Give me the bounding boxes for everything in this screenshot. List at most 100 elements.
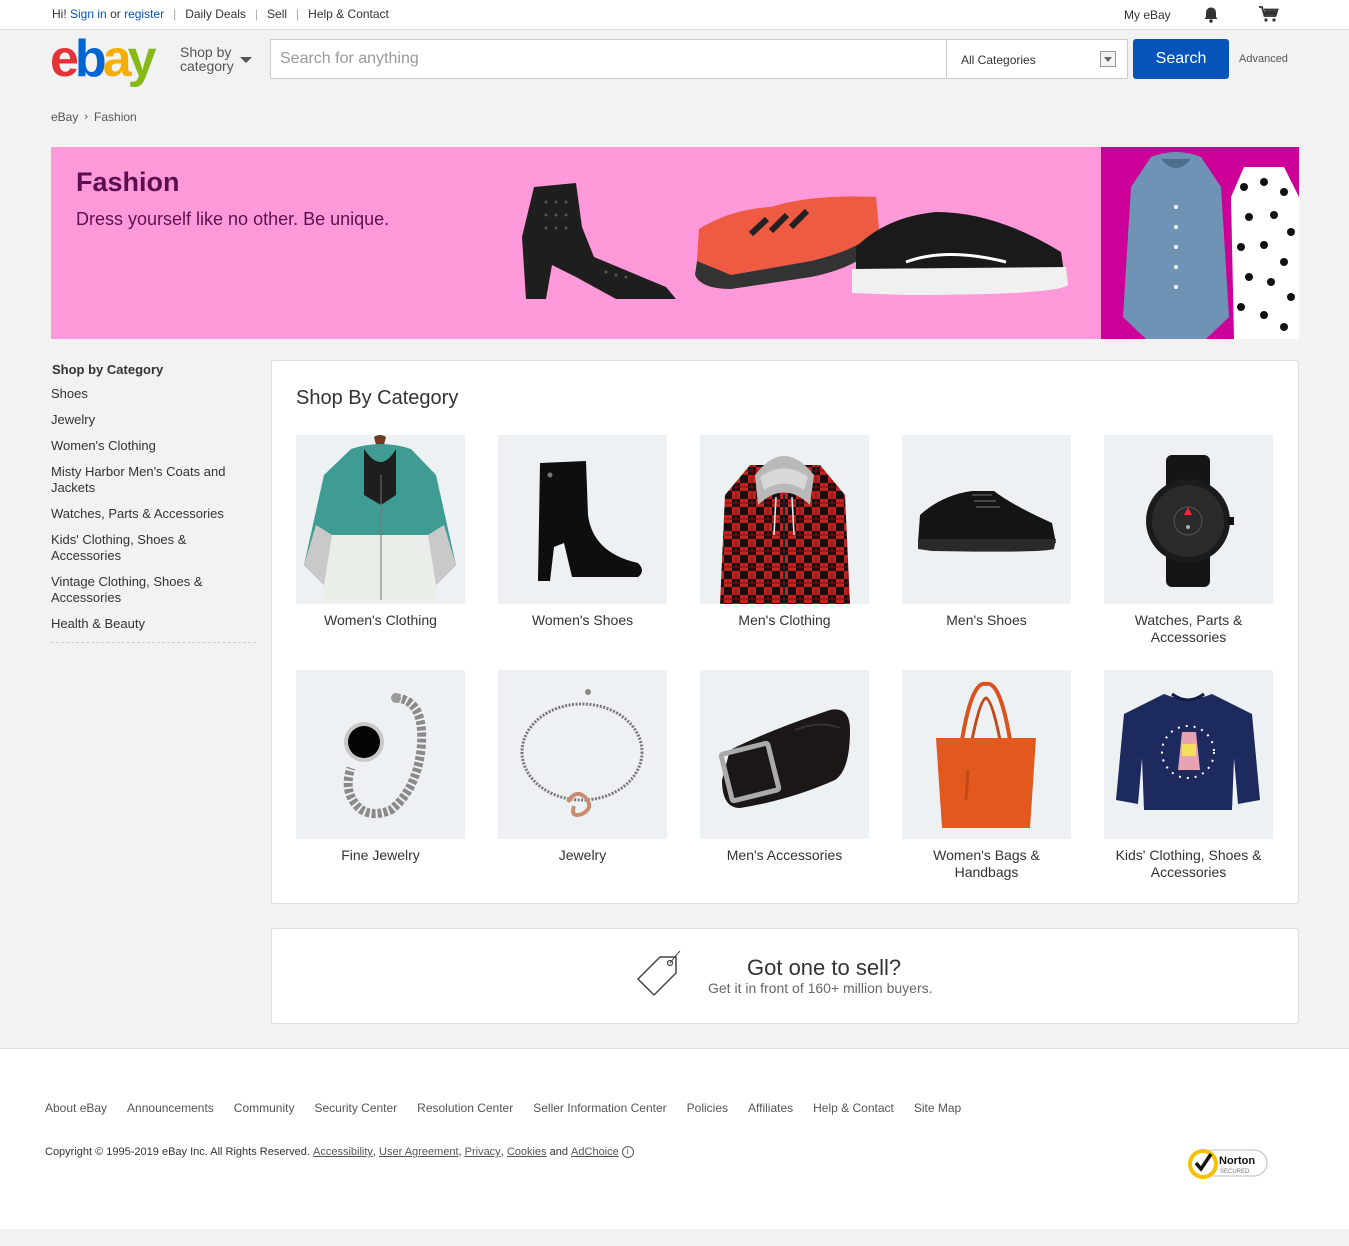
- jacket-icon: [304, 435, 456, 600]
- sidebar-item-jewelry[interactable]: Jewelry: [51, 412, 256, 428]
- separator: |: [254, 7, 259, 21]
- sidebar-item-health-beauty[interactable]: Health & Beauty: [51, 616, 256, 632]
- caret-down-icon[interactable]: [240, 57, 252, 63]
- belt-icon: [718, 709, 850, 808]
- footer-link-about[interactable]: About eBay: [45, 1101, 107, 1115]
- help-contact-link[interactable]: Help & Contact: [308, 7, 389, 21]
- category-tile-jewelry[interactable]: Jewelry: [498, 670, 667, 864]
- tile-image[interactable]: [700, 435, 869, 604]
- norton-secured-badge[interactable]: Norton SECURED: [1187, 1146, 1269, 1182]
- chevron-right-icon: ›: [84, 111, 89, 123]
- cookies-link[interactable]: Cookies: [507, 1146, 547, 1158]
- tile-image[interactable]: [1104, 435, 1273, 604]
- polka-dot-dress-image: [1231, 167, 1299, 339]
- footer-link-community[interactable]: Community: [234, 1101, 295, 1115]
- adchoice-link[interactable]: AdChoice: [571, 1146, 619, 1158]
- search-button[interactable]: Search: [1133, 39, 1229, 79]
- adchoice-info-icon[interactable]: i: [621, 1146, 634, 1158]
- sidebar-item-mens-coats[interactable]: Misty Harbor Men's Coats and Jackets: [51, 464, 256, 496]
- tile-label[interactable]: Fine Jewelry: [296, 847, 465, 864]
- top-bar: Hi! Sign in or register | Daily Deals | …: [0, 0, 1349, 30]
- tile-label[interactable]: Jewelry: [498, 847, 667, 864]
- tile-image[interactable]: [296, 435, 465, 604]
- category-tile-womens-shoes[interactable]: Women's Shoes: [498, 435, 667, 629]
- shop-by-category-card: Shop By Category Women's Clothing Women'…: [271, 360, 1299, 904]
- bottom-strip: [0, 1229, 1349, 1246]
- tile-image[interactable]: [902, 435, 1071, 604]
- tile-label[interactable]: Women's Bags & Handbags: [902, 847, 1071, 881]
- and-text: and: [549, 1146, 568, 1158]
- register-link[interactable]: register: [124, 7, 164, 21]
- footer-link-policies[interactable]: Policies: [687, 1101, 728, 1115]
- footer-link-resolution[interactable]: Resolution Center: [417, 1101, 513, 1115]
- tile-label[interactable]: Men's Clothing: [700, 612, 869, 629]
- tile-label[interactable]: Women's Shoes: [498, 612, 667, 629]
- bell-icon[interactable]: [1202, 6, 1220, 24]
- sell-subtext: Get it in front of 160+ million buyers.: [708, 980, 933, 996]
- sign-in-link[interactable]: Sign in: [70, 7, 107, 21]
- sweatshirt-icon: [1116, 692, 1260, 810]
- banner-subtitle: Dress yourself like no other. Be unique.: [76, 209, 390, 229]
- sidebar-item-kids[interactable]: Kids' Clothing, Shoes & Accessories: [51, 532, 256, 564]
- footer-link-help[interactable]: Help & Contact: [813, 1101, 894, 1115]
- tile-label[interactable]: Kids' Clothing, Shoes & Accessories: [1104, 847, 1273, 881]
- category-tile-mens-shoes[interactable]: Men's Shoes: [902, 435, 1071, 629]
- category-tile-kids[interactable]: Kids' Clothing, Shoes & Accessories: [1104, 670, 1273, 881]
- category-tile-mens-accessories[interactable]: Men's Accessories: [700, 670, 869, 864]
- footer-link-security[interactable]: Security Center: [314, 1101, 397, 1115]
- category-tile-watches[interactable]: Watches, Parts & Accessories: [1104, 435, 1273, 646]
- fashion-banner[interactable]: Fashion Dress yourself like no other. Be…: [51, 147, 1299, 339]
- category-tile-fine-jewelry[interactable]: Fine Jewelry: [296, 670, 465, 864]
- shop-by-label-line2: category: [180, 58, 234, 74]
- footer-link-announcements[interactable]: Announcements: [127, 1101, 214, 1115]
- shop-by-category-button[interactable]: Shop by category: [180, 45, 234, 73]
- top-bar-left: Hi! Sign in or register | Daily Deals | …: [52, 7, 389, 21]
- sell-heading[interactable]: Got one to sell?: [747, 955, 901, 981]
- sidebar-item-womens-clothing[interactable]: Women's Clothing: [51, 438, 256, 454]
- tile-image[interactable]: [296, 670, 465, 839]
- tile-label[interactable]: Men's Accessories: [700, 847, 869, 864]
- user-agreement-link[interactable]: User Agreement: [379, 1146, 458, 1158]
- greeting: Hi!: [52, 7, 67, 21]
- my-ebay-link[interactable]: My eBay: [1124, 8, 1171, 22]
- search-input[interactable]: [271, 40, 946, 78]
- breadcrumb-current: Fashion: [94, 110, 137, 124]
- norton-secured-text: SECURED: [1220, 1169, 1250, 1175]
- footer-link-sitemap[interactable]: Site Map: [914, 1101, 961, 1115]
- cart-icon[interactable]: [1258, 5, 1280, 23]
- sneaker-icon: [918, 491, 1056, 552]
- boot-icon: [538, 461, 642, 581]
- tile-image[interactable]: [902, 670, 1071, 839]
- category-select[interactable]: All Categories: [946, 39, 1128, 79]
- tile-image[interactable]: [1104, 670, 1273, 839]
- ebay-logo[interactable]: ebay: [50, 33, 157, 85]
- category-select-value: All Categories: [961, 53, 1036, 67]
- bracelet-icon: [520, 689, 644, 817]
- footer-link-seller-info[interactable]: Seller Information Center: [533, 1101, 666, 1115]
- card-heading: Shop By Category: [296, 387, 459, 409]
- daily-deals-link[interactable]: Daily Deals: [185, 7, 246, 21]
- accessibility-link[interactable]: Accessibility: [313, 1146, 373, 1158]
- sidebar-item-watches[interactable]: Watches, Parts & Accessories: [51, 506, 256, 522]
- watch-icon: [1146, 455, 1234, 587]
- sell-link[interactable]: Sell: [267, 7, 287, 21]
- tile-image[interactable]: [498, 435, 667, 604]
- footer-link-affiliates[interactable]: Affiliates: [748, 1101, 793, 1115]
- sidebar: Shop by Category Shoes Jewelry Women's C…: [51, 362, 256, 643]
- sidebar-item-shoes[interactable]: Shoes: [51, 386, 256, 402]
- tile-image[interactable]: [700, 670, 869, 839]
- sidebar-item-vintage[interactable]: Vintage Clothing, Shoes & Accessories: [51, 574, 256, 606]
- category-tile-womens-bags[interactable]: Women's Bags & Handbags: [902, 670, 1071, 881]
- tile-label[interactable]: Men's Shoes: [902, 612, 1071, 629]
- category-tile-womens-clothing[interactable]: Women's Clothing: [296, 435, 465, 629]
- tile-label[interactable]: Women's Clothing: [296, 612, 465, 629]
- breadcrumb-ebay[interactable]: eBay: [51, 110, 78, 124]
- privacy-link[interactable]: Privacy: [465, 1146, 501, 1158]
- dropdown-arrow-icon[interactable]: [1100, 51, 1116, 67]
- category-tile-mens-clothing[interactable]: Men's Clothing: [700, 435, 869, 629]
- tile-label[interactable]: Watches, Parts & Accessories: [1104, 612, 1273, 646]
- advanced-search-link[interactable]: Advanced: [1239, 53, 1288, 65]
- sell-promo-card[interactable]: Got one to sell? Get it in front of 160+…: [271, 928, 1299, 1024]
- tile-image[interactable]: [498, 670, 667, 839]
- banner-title: Fashion: [76, 167, 180, 197]
